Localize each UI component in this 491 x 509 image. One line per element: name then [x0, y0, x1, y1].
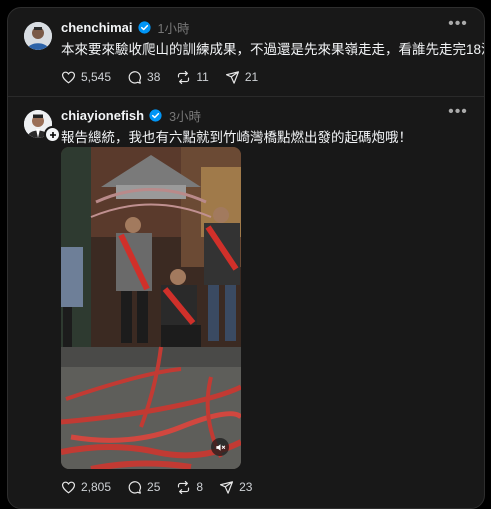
username[interactable]: chiayionefish	[61, 108, 144, 123]
share-button[interactable]: 23	[219, 478, 252, 496]
post-header: chenchimai 1小時	[61, 18, 189, 36]
more-horizontal-icon[interactable]: •••	[448, 16, 468, 36]
post-time[interactable]: 3小時	[169, 106, 201, 125]
more-horizontal-icon[interactable]: •••	[448, 104, 468, 124]
mute-toggle-button[interactable]	[211, 438, 229, 456]
repost-count: 8	[196, 480, 204, 494]
send-icon	[225, 70, 239, 84]
heart-icon	[61, 481, 76, 493]
video-frame	[61, 147, 241, 469]
post-time[interactable]: 1小時	[158, 18, 190, 37]
speaker-muted-icon	[215, 443, 225, 451]
comment-count: 38	[147, 70, 161, 84]
comment-button[interactable]: 38	[127, 68, 160, 86]
feed-panel: chenchimai 1小時 ••• 本來要來驗收爬山的訓練成果，不過還是先來果…	[7, 7, 485, 509]
post-header: chiayionefish 3小時	[61, 106, 201, 124]
avatar[interactable]	[24, 22, 52, 50]
like-count: 5,545	[81, 70, 112, 84]
like-count: 2,805	[81, 480, 112, 494]
repost-button[interactable]: 11	[176, 68, 209, 86]
share-count: 21	[244, 70, 259, 84]
verified-badge-icon	[149, 108, 162, 122]
heart-icon	[61, 71, 76, 83]
repost-button[interactable]: 8	[176, 478, 203, 496]
thread-post: chiayionefish 3小時 ••• 報告總統，我也有六點就到竹崎灣橋點燃…	[8, 97, 484, 508]
comment-bubble-icon	[128, 480, 142, 494]
repost-icon	[178, 480, 190, 494]
follow-plus-icon[interactable]	[44, 126, 61, 143]
share-button[interactable]: 21	[225, 68, 258, 86]
post-text: 報告總統，我也有六點就到竹崎灣橋點燃出發的起碼炮哦！	[61, 130, 412, 145]
post-actions: 2,805 25 8 23	[61, 478, 268, 496]
post-actions: 5,545 38 11 21	[61, 68, 274, 86]
share-count: 23	[239, 480, 253, 494]
send-icon	[220, 480, 234, 494]
verified-badge-icon	[137, 20, 151, 34]
thread-post: chenchimai 1小時 ••• 本來要來驗收爬山的訓練成果，不過還是先來果…	[8, 8, 484, 97]
comment-bubble-icon	[128, 70, 142, 84]
comment-count: 25	[147, 480, 161, 494]
like-button[interactable]: 5,545	[61, 68, 111, 86]
post-text: 本來要來驗收爬山的訓練成果，不過還是先來果嶺走走，看誰先走完18洞？	[61, 42, 485, 57]
comment-button[interactable]: 25	[127, 478, 160, 496]
post-video[interactable]	[61, 147, 241, 469]
repost-count: 11	[196, 70, 209, 84]
like-button[interactable]: 2,805	[61, 478, 111, 496]
username[interactable]: chenchimai	[61, 20, 133, 35]
repost-icon	[178, 70, 190, 84]
